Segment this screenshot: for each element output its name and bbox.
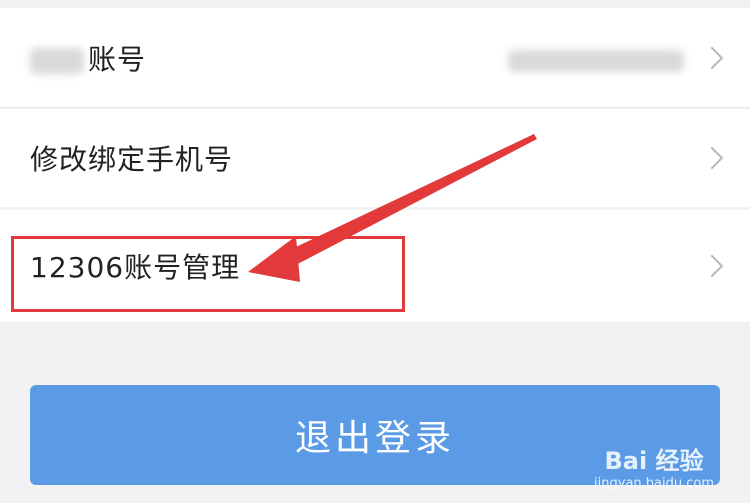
- account-management-row[interactable]: 12306账号管理: [0, 210, 750, 322]
- account-management-label: 12306账号管理: [30, 251, 241, 284]
- account-label: 账号: [30, 38, 146, 78]
- chevron-right-icon: [700, 254, 724, 278]
- watermark-site: jingyan.baidu.com: [594, 476, 714, 491]
- change-bound-phone-label: 修改绑定手机号: [30, 143, 234, 176]
- watermark: Bai 经验 jingyan.baidu.com: [594, 441, 714, 491]
- chevron-right-icon: [700, 146, 724, 170]
- blurred-prefix: [30, 47, 84, 74]
- change-bound-phone-row[interactable]: 修改绑定手机号: [0, 109, 750, 207]
- watermark-brand: Bai 经验: [604, 447, 704, 475]
- chevron-right-icon: [700, 46, 724, 69]
- account-row[interactable]: 账号: [0, 8, 750, 108]
- logout-label: 退出登录: [294, 418, 455, 459]
- blurred-account-value: [508, 50, 684, 72]
